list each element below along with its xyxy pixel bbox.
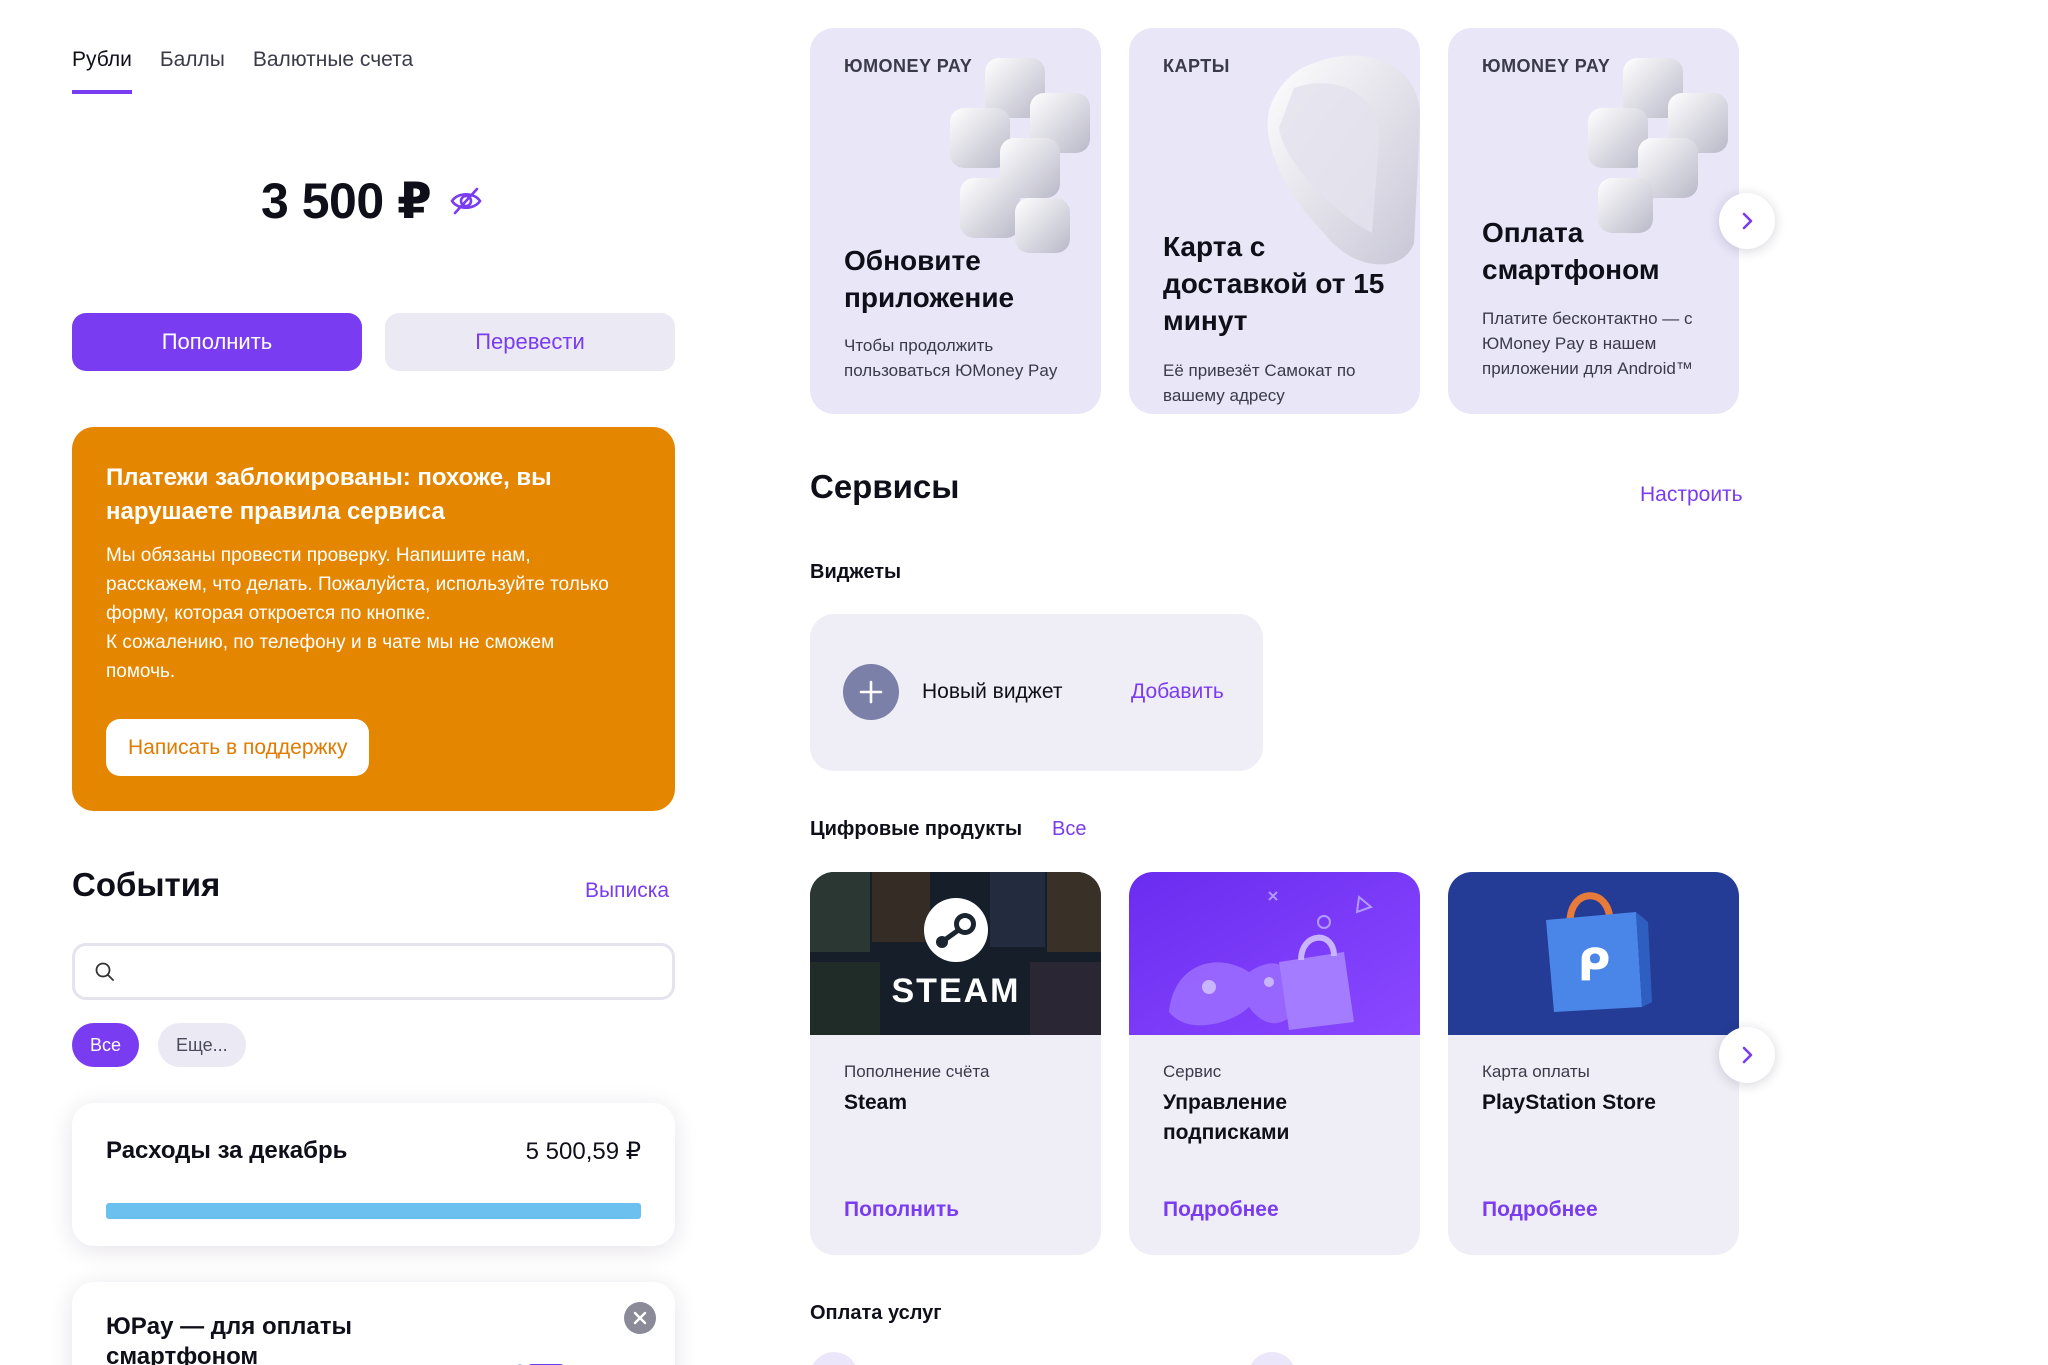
product-title: Управление подписками — [1163, 1091, 1290, 1144]
digital-product-playstation[interactable]: ᑭ Карта оплаты PlayStation Store Подробн… — [1448, 872, 1739, 1255]
promo-title: ЮPay — для оплаты смартфоном — [106, 1313, 352, 1365]
promo-card-title: Обновите приложение — [844, 245, 1015, 313]
steam-logo-text: STEAM — [892, 972, 1021, 1010]
tab-rubles[interactable]: Рубли — [72, 48, 132, 94]
currency-tabs: Рубли Баллы Валютные счета — [72, 48, 413, 94]
statement-link[interactable]: Выписка — [585, 879, 669, 903]
promo-card-category: ЮMONEY PAY — [844, 56, 973, 76]
chevron-right-icon — [1742, 212, 1753, 230]
svg-text:ᑭ: ᑭ — [1578, 940, 1611, 991]
balance: 3 500 ₽ — [261, 172, 483, 230]
blocked-payments-alert: Платежи заблокированы: похоже, вы наруша… — [72, 427, 675, 811]
yupay-promo-card[interactable]: ЮPay — для оплаты смартфоном — [72, 1282, 675, 1365]
gamepad-bag-image — [1129, 872, 1420, 1035]
topup-button[interactable]: Пополнить — [72, 313, 362, 371]
alert-title: Платежи заблокированы: похоже, вы наруша… — [106, 464, 552, 525]
alert-text: Мы обязаны провести проверку. Напишите н… — [106, 545, 609, 682]
chevron-right-icon — [1742, 1046, 1753, 1064]
expenses-title: Расходы за декабрь — [106, 1137, 348, 1164]
events-search — [72, 943, 675, 1000]
contact-support-button[interactable]: Написать в поддержку — [106, 719, 370, 776]
promo-card-delivery[interactable]: КАРТЫ Карта с доставкой от 15 минут Её п… — [1129, 28, 1420, 414]
add-widget-button[interactable]: Добавить — [1131, 680, 1224, 704]
plus-icon[interactable] — [843, 664, 899, 720]
payments-label: Оплата услуг — [810, 1302, 942, 1324]
promo-card-smartphone-pay[interactable]: ЮMONEY PAY Оплата смартфоном Платите бес… — [1448, 28, 1739, 414]
widget-name: Новый виджет — [922, 680, 1063, 703]
promo-card-title: Оплата смартфоном — [1482, 217, 1660, 285]
promo-card-update-app[interactable]: ЮMONEY PAY Обновите приложение Чтобы про… — [810, 28, 1101, 414]
services-title: Сервисы — [810, 468, 960, 505]
playstation-details-link[interactable]: Подробнее — [1482, 1198, 1598, 1222]
product-title: Steam — [844, 1091, 908, 1114]
close-icon[interactable] — [624, 1302, 656, 1334]
products-next-button[interactable] — [1719, 1027, 1775, 1083]
promo-card-title: Карта с доставкой от 15 минут — [1163, 231, 1385, 336]
digital-products-label: Цифровые продукты — [810, 818, 1023, 840]
product-category: Сервис — [1163, 1062, 1222, 1081]
steam-image: STEAM — [810, 872, 1101, 1035]
digital-product-steam[interactable]: STEAM Пополнение счёта Steam Пополнить — [810, 872, 1101, 1255]
payment-service-icon[interactable] — [1248, 1352, 1296, 1365]
product-category: Пополнение счёта — [844, 1062, 990, 1081]
filter-more-chip[interactable]: Еще... — [158, 1023, 246, 1067]
product-title: PlayStation Store — [1482, 1091, 1656, 1114]
widgets-label: Виджеты — [810, 561, 902, 583]
tab-points[interactable]: Баллы — [160, 48, 225, 94]
topup-steam-link[interactable]: Пополнить — [844, 1198, 959, 1222]
transfer-button[interactable]: Перевести — [385, 313, 675, 371]
promo-card-text: Её привезёт Самокат по вашему адресу — [1163, 361, 1356, 405]
expenses-amount: 5 500,59 ₽ — [525, 1138, 641, 1165]
playstation-bag-image: ᑭ — [1448, 872, 1739, 1035]
events-title: События — [72, 866, 221, 903]
product-category: Карта оплаты — [1482, 1062, 1590, 1081]
subscriptions-details-link[interactable]: Подробнее — [1163, 1198, 1279, 1222]
expenses-progress-fill — [106, 1203, 641, 1219]
promo-card-category: ЮMONEY PAY — [1482, 56, 1611, 76]
search-icon — [95, 962, 114, 981]
balance-amount: 3 500 ₽ — [261, 173, 432, 229]
search-input[interactable] — [127, 960, 647, 983]
filter-all-chip[interactable]: Все — [72, 1023, 140, 1067]
promo-card-category: КАРТЫ — [1163, 56, 1230, 76]
expenses-card[interactable]: Расходы за декабрь 5 500,59 ₽ — [72, 1103, 675, 1246]
digital-product-subscriptions[interactable]: Сервис Управление подписками Подробнее — [1129, 872, 1420, 1255]
tab-currency-accounts[interactable]: Валютные счета — [253, 48, 413, 94]
digital-products-all-link[interactable]: Все — [1052, 818, 1086, 841]
payment-service-icon[interactable] — [810, 1352, 858, 1365]
expenses-progress-bar — [106, 1203, 641, 1219]
promo-next-button[interactable] — [1719, 193, 1775, 249]
promo-card-text: Чтобы продолжить пользоваться ЮMoney Pay — [844, 336, 1058, 380]
configure-link[interactable]: Настроить — [1640, 483, 1743, 507]
promo-card-text: Платите бесконтактно — с ЮMoney Pay в на… — [1482, 309, 1693, 378]
new-widget-card: Новый виджет Добавить — [810, 614, 1263, 771]
eye-crossed-icon[interactable] — [449, 184, 483, 218]
